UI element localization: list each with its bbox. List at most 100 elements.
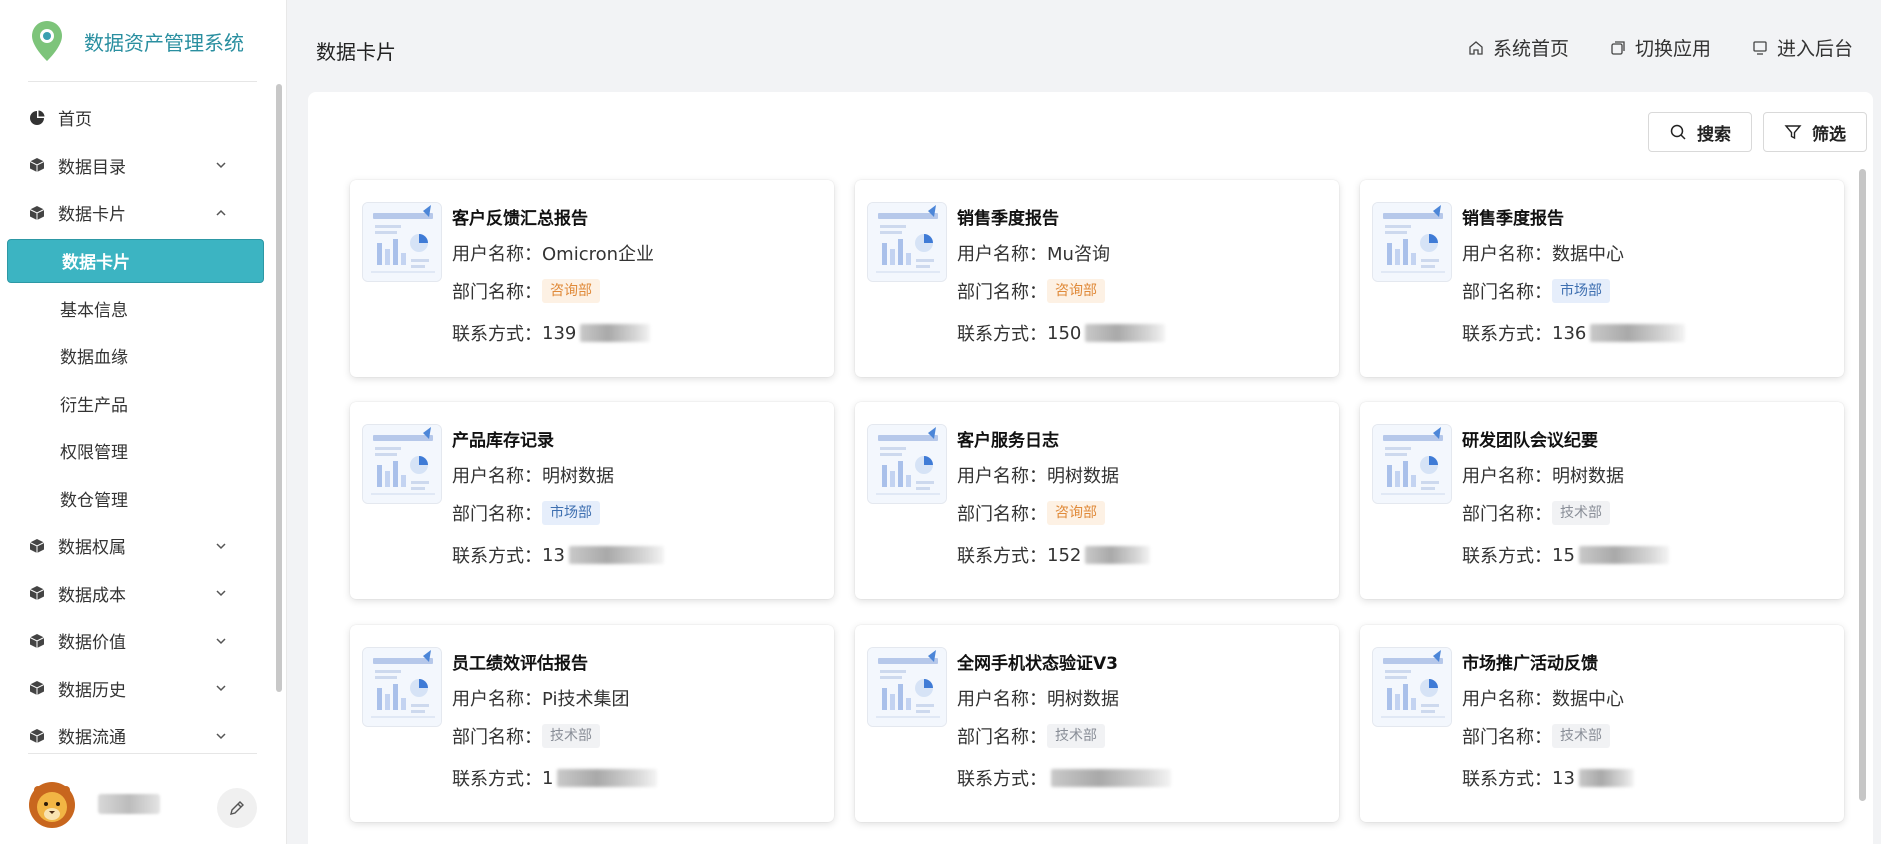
- data-card[interactable]: 销售季度报告 用户名称： Mu咨询 部门名称： 咨询部 联系方式： 150: [855, 180, 1339, 377]
- monitor-icon: [1753, 40, 1767, 55]
- dept-name-label: 部门名称：: [1462, 282, 1552, 303]
- card-dept-row: 部门名称： 技术部: [1462, 723, 1610, 749]
- cube-icon: [28, 537, 46, 555]
- filter-button[interactable]: 筛选: [1763, 112, 1867, 152]
- sidebar-bottom-divider: [28, 753, 257, 754]
- sidebar-subitem-label: 权限管理: [60, 443, 128, 464]
- sidebar-item-label: 数据流通: [58, 728, 126, 749]
- edit-profile-button[interactable]: [217, 788, 257, 828]
- card-contact-row: 联系方式： 13: [1462, 765, 1634, 791]
- location-pin-logo-icon: [28, 18, 66, 64]
- sidebar-subitem-label: 基本信息: [60, 300, 128, 321]
- report-thumbnail-icon: [867, 202, 947, 282]
- card-contact-row: 联系方式： 152: [957, 542, 1151, 568]
- card-contact-row: 联系方式： 136: [1462, 320, 1686, 346]
- cube-icon: [28, 679, 46, 697]
- sidebar-item-data-card[interactable]: 数据卡片: [0, 189, 270, 237]
- cube-icon: [28, 204, 46, 222]
- search-button[interactable]: 搜索: [1648, 112, 1752, 152]
- card-dept-row: 部门名称： 技术部: [452, 723, 600, 749]
- data-card[interactable]: 员工绩效评估报告 用户名称： Pi技术集团 部门名称： 技术部 联系方式： 1: [350, 625, 834, 822]
- contact-label: 联系方式：: [1462, 769, 1552, 790]
- sidebar-item-data-ownership[interactable]: 数据权属: [0, 522, 270, 570]
- pencil-icon: [230, 801, 244, 815]
- dept-tag: 市场部: [1552, 279, 1610, 303]
- sidebar-subitem-lineage[interactable]: 数据血缘: [0, 332, 270, 380]
- user-name-label: 用户名称：: [452, 689, 542, 710]
- data-card[interactable]: 客户反馈汇总报告 用户名称： Omicron企业 部门名称： 咨询部 联系方式：…: [350, 180, 834, 377]
- sidebar-item-data-catalog[interactable]: 数据目录: [0, 142, 270, 190]
- user-name-label: 用户名称：: [957, 689, 1047, 710]
- pie-chart-icon: [28, 109, 46, 127]
- card-user-row: 用户名称： 明树数据: [1462, 462, 1624, 488]
- card-dept-row: 部门名称： 技术部: [957, 723, 1105, 749]
- main-scrollbar[interactable]: [1859, 169, 1866, 801]
- dept-name-label: 部门名称：: [452, 504, 542, 525]
- data-card[interactable]: 市场推广活动反馈 用户名称： 数据中心 部门名称： 技术部 联系方式： 13: [1360, 625, 1844, 822]
- sidebar-subitem-warehouse[interactable]: 数仓管理: [0, 475, 270, 523]
- sidebar-item-label: 首页: [58, 110, 92, 131]
- dept-name-label: 部门名称：: [1462, 727, 1552, 748]
- enter-backend-link[interactable]: 进入后台: [1751, 34, 1853, 61]
- sidebar-scrollbar[interactable]: [276, 84, 282, 692]
- sidebar-nav: 首页 数据目录 数据卡片 数据卡片 基本信息 数据血缘 衍生产品 权限管理 数仓…: [0, 94, 270, 760]
- chevron-down-icon: [216, 638, 226, 644]
- brand-divider: [28, 81, 257, 82]
- lion-avatar: [28, 778, 76, 830]
- sidebar-subitem-data-card[interactable]: 数据卡片: [7, 238, 264, 283]
- dept-name-label: 部门名称：: [1462, 504, 1552, 525]
- sidebar-item-label: 数据权属: [58, 538, 126, 559]
- sidebar-item-data-history[interactable]: 数据历史: [0, 665, 270, 713]
- card-user-row: 用户名称： 明树数据: [452, 462, 614, 488]
- contact-value: 152: [1047, 544, 1082, 566]
- data-card[interactable]: 全网手机状态验证V3 用户名称： 明树数据 部门名称： 技术部 联系方式：: [855, 625, 1339, 822]
- card-title: 研发团队会议纪要: [1462, 431, 1598, 451]
- data-card[interactable]: 产品库存记录 用户名称： 明树数据 部门名称： 市场部 联系方式： 13: [350, 402, 834, 599]
- sidebar-item-home[interactable]: 首页: [0, 94, 270, 142]
- app-title: 数据资产管理系统: [84, 30, 244, 55]
- user-name-value: Omicron企业: [542, 244, 655, 265]
- search-icon: [1670, 124, 1686, 140]
- top-actions: 系统首页 切换应用 进入后台: [1467, 34, 1853, 61]
- user-name-label: 用户名称：: [957, 466, 1047, 487]
- dept-tag: 咨询部: [542, 279, 600, 303]
- user-name-value: 数据中心: [1552, 689, 1624, 710]
- card-user-row: 用户名称： Pi技术集团: [452, 685, 629, 711]
- sidebar-item-data-cost[interactable]: 数据成本: [0, 570, 270, 618]
- card-user-row: 用户名称： 明树数据: [957, 685, 1119, 711]
- chevron-down-icon: [216, 733, 226, 739]
- chevron-down-icon: [216, 162, 226, 169]
- sidebar-item-label: 数据成本: [58, 585, 126, 606]
- system-home-link[interactable]: 系统首页: [1467, 34, 1569, 61]
- contact-label: 联系方式：: [1462, 324, 1552, 345]
- sidebar-item-data-value[interactable]: 数据价值: [0, 617, 270, 665]
- contact-masked: [1085, 546, 1151, 564]
- brand[interactable]: 数据资产管理系统: [0, 0, 286, 82]
- user-profile[interactable]: [28, 778, 160, 830]
- switch-app-link[interactable]: 切换应用: [1609, 34, 1711, 61]
- dept-name-label: 部门名称：: [957, 504, 1047, 525]
- switch-app-label: 切换应用: [1634, 38, 1711, 60]
- sidebar: 数据资产管理系统 首页 数据目录 数据卡片 数据卡片 基本信息 数据血缘 衍生产…: [0, 0, 287, 844]
- dept-name-label: 部门名称：: [452, 282, 542, 303]
- sidebar-subitem-derived-products[interactable]: 衍生产品: [0, 380, 270, 428]
- dept-tag: 技术部: [1552, 724, 1610, 748]
- data-card[interactable]: 销售季度报告 用户名称： 数据中心 部门名称： 市场部 联系方式： 136: [1360, 180, 1844, 377]
- card-user-row: 用户名称： 数据中心: [1462, 240, 1624, 266]
- sidebar-subitem-label: 数据血缘: [60, 348, 128, 369]
- user-name-label: 用户名称：: [1462, 466, 1552, 487]
- card-contact-row: 联系方式： 1: [452, 765, 658, 791]
- report-thumbnail-icon: [867, 424, 947, 504]
- data-card[interactable]: 研发团队会议纪要 用户名称： 明树数据 部门名称： 技术部 联系方式： 15: [1360, 402, 1844, 599]
- system-home-label: 系统首页: [1492, 38, 1569, 60]
- card-user-row: 用户名称： 数据中心: [1462, 685, 1624, 711]
- contact-label: 联系方式：: [452, 769, 542, 790]
- card-title: 客户反馈汇总报告: [452, 209, 588, 229]
- card-title: 市场推广活动反馈: [1462, 654, 1598, 674]
- sidebar-subitem-permissions[interactable]: 权限管理: [0, 427, 270, 475]
- contact-masked: [580, 324, 651, 342]
- data-card[interactable]: 客户服务日志 用户名称： 明树数据 部门名称： 咨询部 联系方式： 152: [855, 402, 1339, 599]
- contact-label: 联系方式：: [452, 324, 542, 345]
- sidebar-subitem-basic-info[interactable]: 基本信息: [0, 285, 270, 333]
- user-name-value: 明树数据: [1047, 466, 1119, 487]
